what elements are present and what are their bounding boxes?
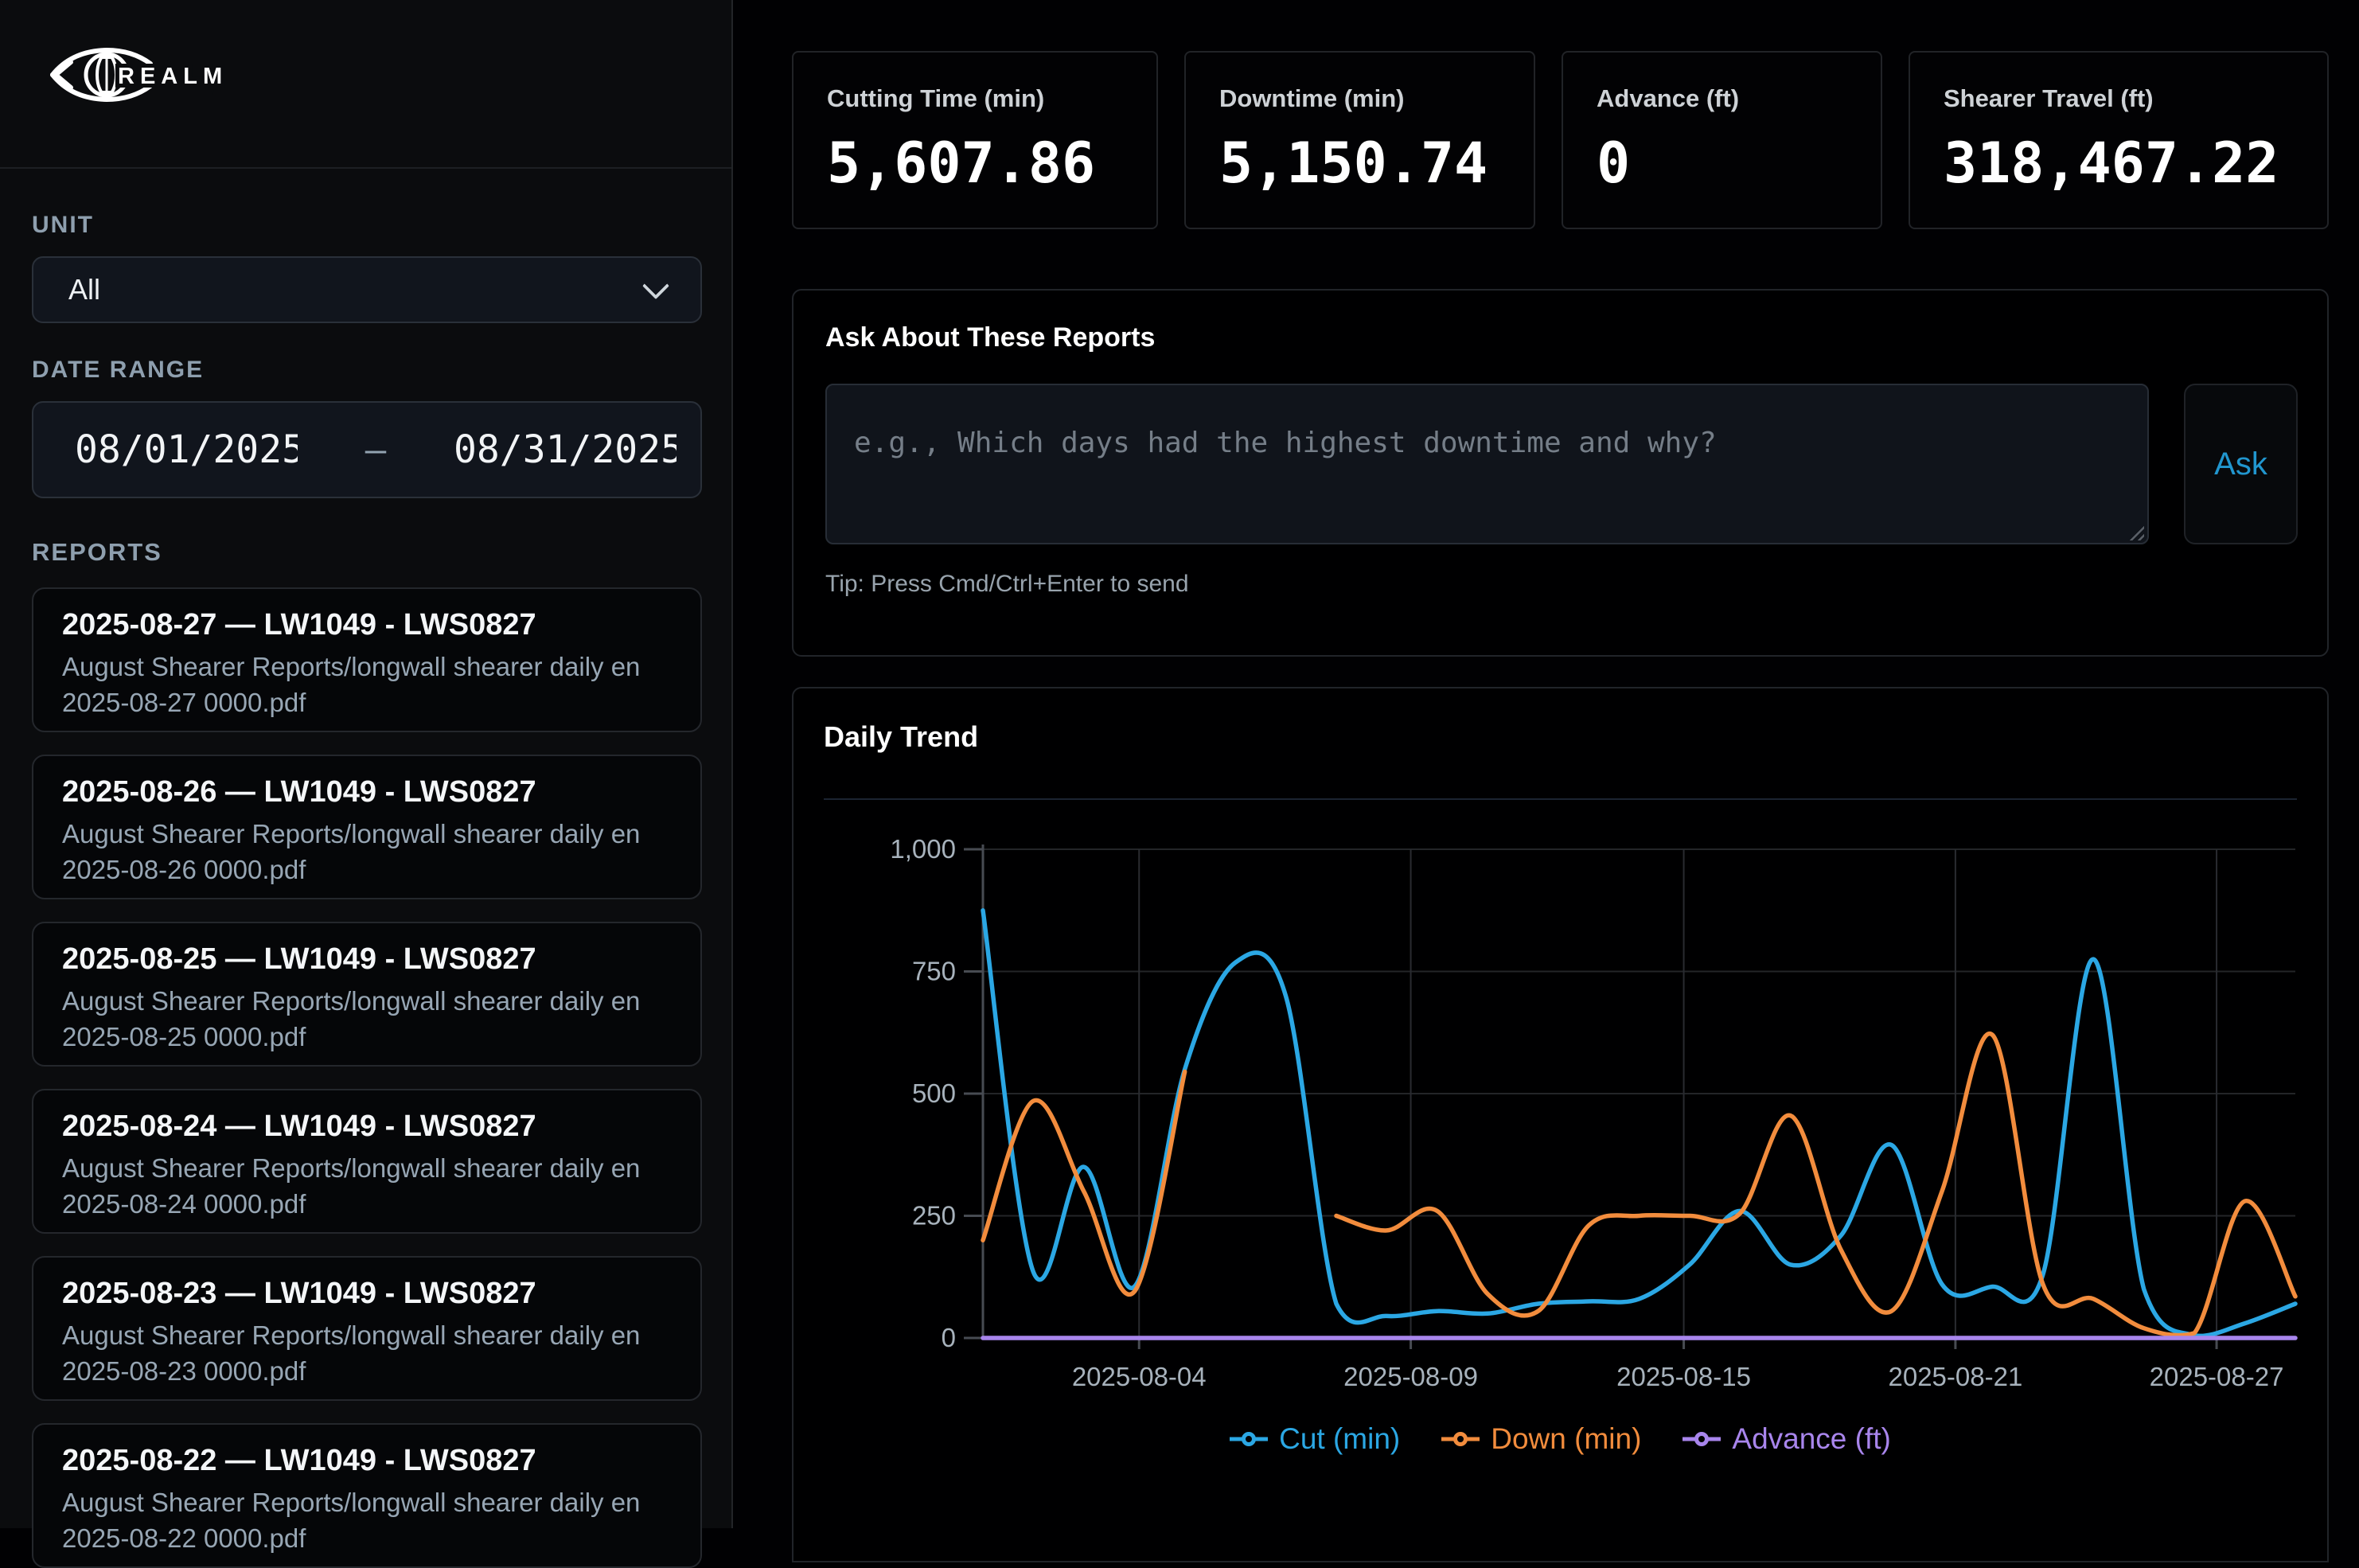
date-range-separator: – bbox=[298, 430, 454, 470]
stat-card: Downtime (min) 5,150.74 bbox=[1184, 51, 1535, 229]
report-title: 2025-08-26 — LW1049 - LWS0827 bbox=[62, 775, 672, 810]
stat-card: Advance (ft) 0 bbox=[1562, 51, 1882, 229]
date-range-label: DATE RANGE bbox=[32, 357, 702, 384]
stat-card: Shearer Travel (ft) 318,467.22 bbox=[1909, 51, 2329, 229]
legend-item[interactable]: Advance (ft) bbox=[1682, 1422, 1890, 1456]
report-title: 2025-08-23 — LW1049 - LWS0827 bbox=[62, 1277, 672, 1312]
daily-trend-panel: Daily Trend 0 250 500 750 1,000 2025-08-04 202… bbox=[792, 687, 2329, 1562]
chart-legend: Cut (min) Down (min) Advance (ft) bbox=[793, 1422, 2327, 1456]
report-file-path: August Shearer Reports/longwall shearer … bbox=[62, 817, 672, 888]
stat-value: 5,150.74 bbox=[1219, 131, 1500, 196]
report-list-item[interactable]: 2025-08-24 — LW1049 - LWS0827 August She… bbox=[32, 1089, 702, 1234]
main-content: Cutting Time (min) 5,607.86 Downtime (mi… bbox=[792, 0, 2329, 1528]
y-axis-tick-label: 750 bbox=[912, 957, 956, 986]
daily-trend-chart[interactable]: 0 250 500 750 1,000 2025-08-04 2025-08-09 2025-… bbox=[793, 800, 2327, 1421]
stat-label: Advance (ft) bbox=[1597, 84, 1847, 113]
date-to-input[interactable]: 08/31/2025 bbox=[454, 427, 677, 472]
report-file-path: August Shearer Reports/longwall shearer … bbox=[62, 984, 672, 1055]
logo: REALM bbox=[0, 0, 731, 169]
y-axis-tick-label: 1,000 bbox=[890, 834, 956, 864]
report-list-item[interactable]: 2025-08-23 — LW1049 - LWS0827 August She… bbox=[32, 1256, 702, 1401]
unit-select-value: All bbox=[68, 273, 100, 306]
stat-label: Downtime (min) bbox=[1219, 84, 1500, 113]
y-axis-tick-label: 0 bbox=[942, 1323, 956, 1352]
legend-marker-icon bbox=[1230, 1432, 1268, 1446]
report-file-path: August Shearer Reports/longwall shearer … bbox=[62, 649, 672, 721]
ask-button[interactable]: Ask bbox=[2184, 384, 2298, 544]
date-range-picker[interactable]: 08/01/2025 – 08/31/2025 bbox=[32, 401, 702, 498]
x-axis-tick-label: 2025-08-04 bbox=[1072, 1362, 1207, 1391]
report-title: 2025-08-25 — LW1049 - LWS0827 bbox=[62, 942, 672, 977]
sidebar: REALM UNIT All DATE RANGE 08/01/2025 – 0… bbox=[0, 0, 733, 1528]
x-axis-tick-label: 2025-08-21 bbox=[1889, 1362, 2023, 1391]
stat-value: 5,607.86 bbox=[827, 131, 1123, 196]
y-axis-tick-label: 500 bbox=[912, 1078, 956, 1108]
stat-label: Cutting Time (min) bbox=[827, 84, 1123, 113]
legend-label: Down (min) bbox=[1491, 1422, 1641, 1456]
dashboard-root: { "sidebar": { "logo_text": "REALM", "un… bbox=[0, 0, 2359, 1528]
svg-text:REALM: REALM bbox=[118, 64, 228, 89]
chevron-down-icon bbox=[642, 272, 669, 299]
stat-label: Shearer Travel (ft) bbox=[1944, 84, 2294, 113]
report-list-item[interactable]: 2025-08-22 — LW1049 - LWS0827 August She… bbox=[32, 1423, 702, 1568]
report-list: 2025-08-27 — LW1049 - LWS0827 August She… bbox=[32, 587, 702, 1568]
daily-trend-header: Daily Trend bbox=[793, 688, 2327, 800]
date-from-input[interactable]: 08/01/2025 bbox=[75, 427, 298, 472]
reports-label: REPORTS bbox=[32, 538, 702, 567]
stat-value: 318,467.22 bbox=[1944, 131, 2294, 196]
legend-item[interactable]: Cut (min) bbox=[1230, 1422, 1400, 1456]
unit-label: UNIT bbox=[32, 212, 702, 239]
report-title: 2025-08-22 — LW1049 - LWS0827 bbox=[62, 1444, 672, 1479]
legend-item[interactable]: Down (min) bbox=[1441, 1422, 1641, 1456]
unit-select[interactable]: All bbox=[32, 256, 702, 323]
ask-question-input[interactable] bbox=[825, 384, 2149, 544]
report-file-path: August Shearer Reports/longwall shearer … bbox=[62, 1318, 672, 1390]
report-file-path: August Shearer Reports/longwall shearer … bbox=[62, 1485, 672, 1557]
ask-tip-text: Tip: Press Cmd/Ctrl+Enter to send bbox=[825, 571, 2298, 598]
legend-marker-icon bbox=[1441, 1432, 1480, 1446]
ask-panel: Ask About These Reports Ask Tip: Press C… bbox=[792, 289, 2329, 657]
x-axis-tick-label: 2025-08-27 bbox=[2150, 1362, 2284, 1391]
x-axis-tick-label: 2025-08-09 bbox=[1343, 1362, 1478, 1391]
stat-card: Cutting Time (min) 5,607.86 bbox=[792, 51, 1158, 229]
report-list-item[interactable]: 2025-08-27 — LW1049 - LWS0827 August She… bbox=[32, 587, 702, 732]
report-list-item[interactable]: 2025-08-26 — LW1049 - LWS0827 August She… bbox=[32, 755, 702, 899]
stat-value: 0 bbox=[1597, 131, 1847, 196]
stats-row: Cutting Time (min) 5,607.86 Downtime (mi… bbox=[792, 51, 2329, 229]
x-axis-tick-label: 2025-08-15 bbox=[1616, 1362, 1751, 1391]
report-file-path: August Shearer Reports/longwall shearer … bbox=[62, 1151, 672, 1223]
report-list-item[interactable]: 2025-08-25 — LW1049 - LWS0827 August She… bbox=[32, 922, 702, 1067]
y-axis-tick-label: 250 bbox=[912, 1201, 956, 1231]
report-title: 2025-08-24 — LW1049 - LWS0827 bbox=[62, 1110, 672, 1145]
realm-eye-logo-icon: REALM bbox=[49, 46, 248, 102]
daily-trend-title: Daily Trend bbox=[824, 720, 2297, 754]
legend-label: Cut (min) bbox=[1279, 1422, 1400, 1456]
ask-panel-title: Ask About These Reports bbox=[825, 322, 2298, 353]
report-title: 2025-08-27 — LW1049 - LWS0827 bbox=[62, 608, 672, 643]
resize-grip-icon[interactable] bbox=[2128, 525, 2144, 540]
legend-marker-icon bbox=[1682, 1432, 1721, 1446]
legend-label: Advance (ft) bbox=[1732, 1422, 1890, 1456]
